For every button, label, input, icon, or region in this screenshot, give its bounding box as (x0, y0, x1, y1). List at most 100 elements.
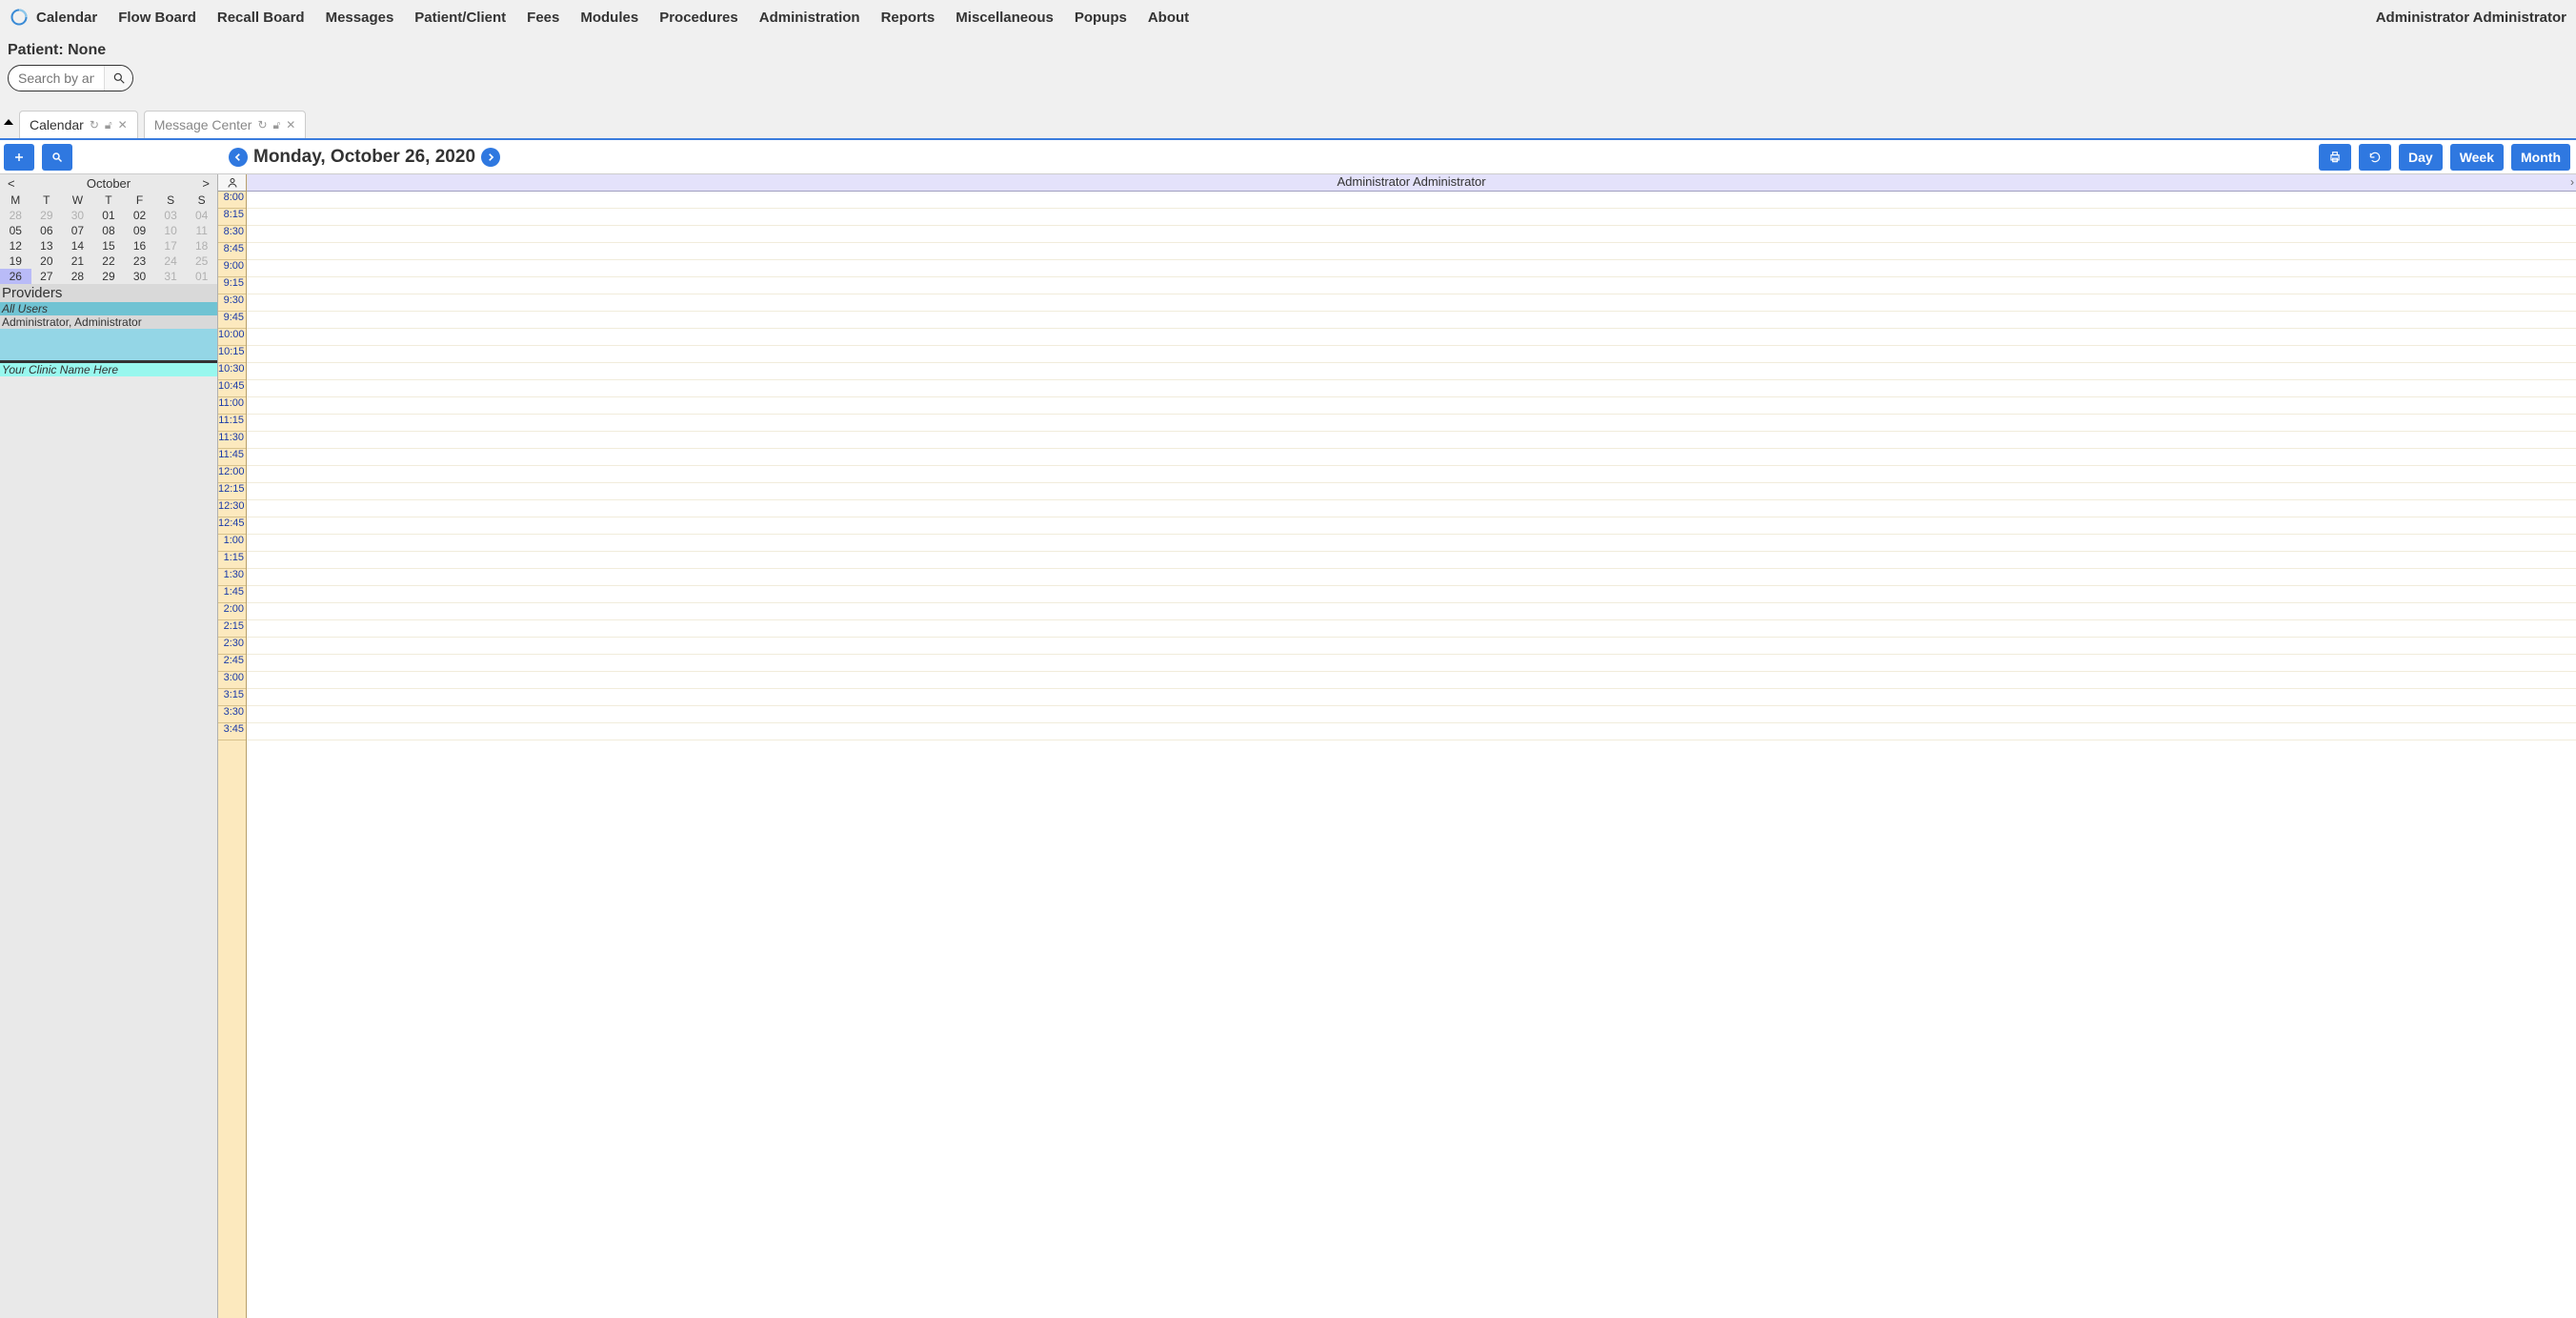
lock-icon[interactable]: 🔓︎ (105, 118, 112, 132)
scroll-right-icon[interactable]: › (2570, 175, 2574, 189)
schedule-slot[interactable] (247, 586, 2576, 603)
tab-calendar[interactable]: Calendar↻🔓︎✕ (19, 111, 138, 138)
time-slot-label[interactable]: 10:00 (218, 329, 246, 346)
schedule-slot[interactable] (247, 655, 2576, 672)
schedule-slot[interactable] (247, 380, 2576, 397)
mini-cal-day[interactable]: 28 (0, 208, 31, 223)
time-slot-label[interactable]: 11:15 (218, 415, 246, 432)
schedule-slot[interactable] (247, 672, 2576, 689)
schedule-slot[interactable] (247, 260, 2576, 277)
add-appointment-button[interactable] (4, 144, 34, 171)
mini-cal-day[interactable]: 21 (62, 253, 93, 269)
menu-item-patient-client[interactable]: Patient/Client (414, 10, 506, 26)
clinic-name-row[interactable]: Your Clinic Name Here (0, 363, 217, 376)
mini-cal-day[interactable]: 22 (93, 253, 125, 269)
provider-all-users[interactable]: All Users (0, 302, 217, 315)
schedule-slot[interactable] (247, 363, 2576, 380)
mini-cal-day[interactable]: 20 (31, 253, 63, 269)
time-slot-label[interactable]: 8:15 (218, 209, 246, 226)
find-appointment-button[interactable] (42, 144, 72, 171)
mini-cal-day[interactable]: 01 (93, 208, 125, 223)
mini-cal-day[interactable]: 17 (155, 238, 187, 253)
schedule-slot[interactable] (247, 603, 2576, 620)
time-slot-label[interactable]: 11:30 (218, 432, 246, 449)
close-icon[interactable]: ✕ (118, 118, 128, 132)
schedule-slot[interactable] (247, 294, 2576, 312)
schedule-slot[interactable] (247, 552, 2576, 569)
schedule-slot[interactable] (247, 638, 2576, 655)
schedule-slot[interactable] (247, 432, 2576, 449)
schedule-slot[interactable] (247, 517, 2576, 535)
mini-cal-day[interactable]: 30 (124, 269, 155, 284)
tab-message-center[interactable]: Message Center↻🔓︎✕ (144, 111, 307, 138)
provider-administrator[interactable]: Administrator, Administrator (0, 315, 217, 329)
schedule-rows[interactable] (247, 192, 2576, 1318)
time-slot-label[interactable]: 10:30 (218, 363, 246, 380)
menu-item-flow-board[interactable]: Flow Board (118, 10, 196, 26)
mini-cal-day[interactable]: 23 (124, 253, 155, 269)
time-slot-label[interactable]: 2:30 (218, 638, 246, 655)
menu-item-about[interactable]: About (1148, 10, 1189, 26)
next-day-button[interactable] (481, 148, 500, 167)
schedule-slot[interactable] (247, 466, 2576, 483)
schedule-slot[interactable] (247, 689, 2576, 706)
menu-item-popups[interactable]: Popups (1075, 10, 1127, 26)
mini-cal-day[interactable]: 25 (186, 253, 217, 269)
close-icon[interactable]: ✕ (286, 118, 295, 132)
time-slot-label[interactable]: 12:45 (218, 517, 246, 535)
schedule-slot[interactable] (247, 449, 2576, 466)
menu-item-administration[interactable]: Administration (759, 10, 860, 26)
current-user-label[interactable]: Administrator Administrator (2376, 10, 2566, 26)
schedule-slot[interactable] (247, 723, 2576, 740)
schedule-slot[interactable] (247, 226, 2576, 243)
view-day-button[interactable]: Day (2399, 144, 2443, 171)
mini-cal-day[interactable]: 07 (62, 223, 93, 238)
schedule-slot[interactable] (247, 277, 2576, 294)
time-slot-label[interactable]: 1:45 (218, 586, 246, 603)
time-slot-label[interactable]: 9:00 (218, 260, 246, 277)
time-slot-label[interactable]: 2:45 (218, 655, 246, 672)
mini-cal-day[interactable]: 30 (62, 208, 93, 223)
mini-cal-day[interactable]: 02 (124, 208, 155, 223)
time-slot-label[interactable]: 1:15 (218, 552, 246, 569)
time-slot-label[interactable]: 10:45 (218, 380, 246, 397)
menu-item-messages[interactable]: Messages (326, 10, 394, 26)
prev-day-button[interactable] (229, 148, 248, 167)
mini-cal-day[interactable]: 01 (186, 269, 217, 284)
mini-cal-day[interactable]: 28 (62, 269, 93, 284)
time-slot-label[interactable]: 9:30 (218, 294, 246, 312)
schedule-provider-header[interactable]: Administrator Administrator › (247, 174, 2576, 192)
menu-item-recall-board[interactable]: Recall Board (217, 10, 305, 26)
schedule-slot[interactable] (247, 312, 2576, 329)
print-button[interactable] (2319, 144, 2351, 171)
provider-icon-header[interactable] (218, 174, 246, 192)
mini-cal-day[interactable]: 04 (186, 208, 217, 223)
time-slot-label[interactable]: 3:15 (218, 689, 246, 706)
mini-cal-next[interactable]: > (202, 176, 210, 191)
schedule-slot[interactable] (247, 535, 2576, 552)
time-slot-label[interactable]: 8:00 (218, 192, 246, 209)
mini-cal-day[interactable]: 11 (186, 223, 217, 238)
mini-cal-day[interactable]: 12 (0, 238, 31, 253)
mini-cal-day[interactable]: 10 (155, 223, 187, 238)
mini-cal-day[interactable]: 05 (0, 223, 31, 238)
menu-item-modules[interactable]: Modules (580, 10, 638, 26)
mini-cal-day[interactable]: 14 (62, 238, 93, 253)
time-slot-label[interactable]: 3:45 (218, 723, 246, 740)
schedule-slot[interactable] (247, 192, 2576, 209)
mini-cal-day[interactable]: 24 (155, 253, 187, 269)
time-slot-label[interactable]: 3:00 (218, 672, 246, 689)
mini-cal-prev[interactable]: < (8, 176, 15, 191)
time-slot-label[interactable]: 1:30 (218, 569, 246, 586)
time-slot-label[interactable]: 12:15 (218, 483, 246, 500)
view-month-button[interactable]: Month (2511, 144, 2570, 171)
mini-cal-day[interactable]: 18 (186, 238, 217, 253)
view-week-button[interactable]: Week (2450, 144, 2504, 171)
mini-cal-day[interactable]: 09 (124, 223, 155, 238)
schedule-slot[interactable] (247, 415, 2576, 432)
mini-cal-day[interactable]: 06 (31, 223, 63, 238)
menu-item-procedures[interactable]: Procedures (659, 10, 738, 26)
schedule-slot[interactable] (247, 620, 2576, 638)
time-slot-label[interactable]: 2:00 (218, 603, 246, 620)
schedule-slot[interactable] (247, 209, 2576, 226)
